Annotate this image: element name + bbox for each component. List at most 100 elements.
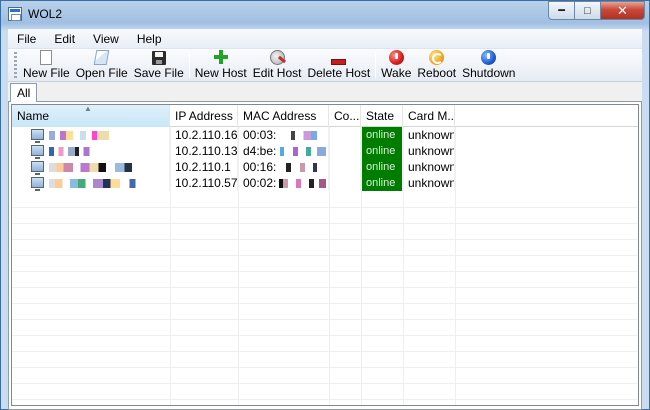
grid-line	[12, 319, 638, 320]
wake-button[interactable]: Wake	[378, 49, 414, 81]
grid-line	[12, 255, 638, 256]
table-row[interactable]: 10.2.110.1 00:16: online unknown	[12, 159, 638, 175]
maximize-icon: □	[584, 4, 591, 17]
column-name[interactable]: ▲ Name	[12, 105, 170, 127]
open-file-icon	[93, 50, 110, 65]
column-divider	[329, 127, 330, 405]
close-icon: ✕	[617, 2, 628, 18]
state-cell: online	[361, 159, 403, 175]
column-co-label: Co...	[334, 109, 360, 123]
sort-ascending-icon: ▲	[84, 105, 92, 113]
open-file-button[interactable]: Open File	[73, 49, 131, 81]
co-cell	[329, 159, 361, 175]
mac-cell: d4:be:	[238, 143, 329, 159]
column-card-label: Card M...	[408, 109, 455, 123]
column-co[interactable]: Co...	[329, 105, 361, 127]
state-cell: online	[361, 143, 403, 159]
title-bar[interactable]: WOL2 ━ □ ✕	[1, 1, 649, 29]
redacted-hostname	[49, 131, 110, 140]
list-header: ▲ Name IP Address MAC Address Co... Stat…	[12, 105, 638, 127]
grid-line	[12, 287, 638, 288]
co-cell	[329, 127, 361, 143]
column-divider	[361, 127, 362, 405]
column-ip-address[interactable]: IP Address	[170, 105, 238, 127]
save-file-button[interactable]: Save File	[131, 49, 187, 81]
card-cell: unknown	[403, 143, 455, 159]
reboot-label: Reboot	[417, 66, 457, 80]
host-name-cell	[12, 159, 170, 175]
reboot-button[interactable]: Reboot	[414, 49, 459, 81]
column-ip-label: IP Address	[175, 109, 233, 123]
column-name-label: Name	[17, 109, 50, 123]
power-red-icon	[388, 50, 404, 65]
edit-host-label: Edit Host	[252, 66, 302, 80]
new-host-button[interactable]: New Host	[192, 49, 250, 81]
grid-line	[12, 351, 638, 352]
ip-cell: 10.2.110.57	[170, 175, 238, 191]
list-body: 10.2.110.168 00:03: online unknown 10.2.…	[12, 127, 638, 405]
computer-icon	[31, 129, 44, 143]
column-divider	[403, 127, 404, 405]
new-file-button[interactable]: New File	[20, 49, 73, 81]
window-title: WOL2	[28, 7, 63, 21]
grid-line	[12, 239, 638, 240]
computer-icon	[31, 161, 44, 175]
app-icon	[8, 7, 22, 21]
grid-line	[12, 399, 638, 400]
column-divider	[170, 127, 171, 405]
table-row[interactable]: 10.2.110.57 00:02: online unknown	[12, 175, 638, 191]
grid-line	[12, 223, 638, 224]
column-mac-label: MAC Address	[243, 109, 317, 123]
caption-buttons: ━ □ ✕	[548, 1, 645, 20]
new-file-label: New File	[23, 66, 70, 80]
redacted-hostname	[49, 147, 98, 156]
card-cell: unknown	[403, 159, 455, 175]
grid-line	[12, 207, 638, 208]
power-blue-icon	[481, 50, 497, 65]
computer-icon	[31, 177, 44, 191]
column-card-mode[interactable]: Card M...	[403, 105, 455, 127]
column-state-label: State	[366, 109, 395, 123]
shutdown-button[interactable]: Shutdown	[459, 49, 518, 81]
mac-prefix: 00:02:	[243, 176, 277, 190]
grid-line	[12, 383, 638, 384]
menu-edit[interactable]: Edit	[45, 30, 84, 48]
tab-all[interactable]: All	[10, 83, 38, 103]
redacted-mac	[276, 131, 327, 140]
delete-host-button[interactable]: Delete Host	[304, 49, 373, 81]
wake-label: Wake	[381, 66, 412, 80]
menu-view[interactable]: View	[84, 30, 128, 48]
tab-page: ▲ Name IP Address MAC Address Co... Stat…	[8, 102, 642, 410]
minimize-button[interactable]: ━	[548, 1, 575, 20]
client-area: File Edit View Help New File Open File S…	[8, 29, 642, 410]
table-row[interactable]: 10.2.110.139 d4:be: online unknown	[12, 143, 638, 159]
co-cell	[329, 175, 361, 191]
ip-cell: 10.2.110.168	[170, 127, 238, 143]
column-divider	[455, 127, 456, 405]
column-mac-address[interactable]: MAC Address	[238, 105, 329, 127]
grid-line	[12, 271, 638, 272]
host-list[interactable]: ▲ Name IP Address MAC Address Co... Stat…	[11, 104, 639, 406]
redacted-mac	[276, 147, 327, 156]
state-cell: online	[361, 175, 403, 191]
redacted-mac	[276, 163, 327, 172]
toolbar-grip[interactable]	[14, 52, 17, 78]
table-row[interactable]: 10.2.110.168 00:03: online unknown	[12, 127, 638, 143]
close-button[interactable]: ✕	[600, 1, 645, 20]
redacted-hostname	[49, 179, 146, 188]
host-name-cell	[12, 127, 170, 143]
maximize-button[interactable]: □	[574, 1, 601, 20]
edit-host-button[interactable]: Edit Host	[250, 49, 305, 81]
menu-help[interactable]: Help	[128, 30, 171, 48]
new-file-icon	[40, 50, 53, 65]
column-state[interactable]: State	[361, 105, 403, 127]
menu-file[interactable]: File	[8, 30, 45, 48]
mac-cell: 00:02:	[238, 175, 329, 191]
mac-prefix: 00:16:	[243, 160, 277, 174]
open-file-label: Open File	[75, 66, 128, 80]
reboot-icon	[429, 50, 445, 65]
menu-bar: File Edit View Help	[8, 29, 642, 49]
host-name-cell	[12, 143, 170, 159]
grid-line	[12, 367, 638, 368]
save-file-icon	[151, 51, 166, 65]
